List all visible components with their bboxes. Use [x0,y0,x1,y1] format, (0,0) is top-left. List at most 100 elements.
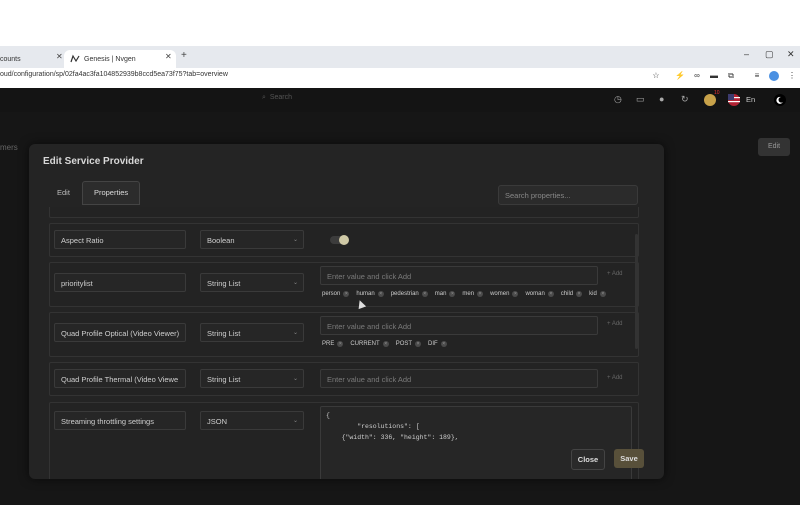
language-label[interactable]: En [746,95,755,104]
extension-monitor-icon[interactable]: ▬ [709,71,719,81]
tab-close-icon[interactable]: ✕ [56,52,63,61]
type-value: String List [207,279,241,288]
user-icon[interactable]: ● [659,94,664,104]
chip-label: kid [589,291,597,297]
properties-scrollbar[interactable] [635,234,638,349]
chip: men × [462,291,484,297]
save-button[interactable]: Save [614,449,644,468]
type-value: String List [207,329,241,338]
chip-list: PRE × CURRENT × POST × DIF × [322,341,447,347]
app-header [0,88,800,112]
extension-bolt-icon[interactable]: ⚡ [675,71,685,81]
monitor-icon[interactable]: ▭ [636,94,645,105]
tab-properties[interactable]: Properties [81,181,141,205]
chip-label: DIF [428,341,438,347]
tab-edit[interactable]: Edit [45,181,82,205]
type-value: JSON [207,417,228,426]
close-window-icon[interactable]: ✕ [787,49,795,60]
new-tab-button[interactable]: + [181,50,187,61]
chip-remove-icon[interactable]: × [449,291,456,297]
chip-label: POST [395,341,413,347]
chip: DIF × [428,341,447,347]
edit-service-provider-modal: Edit Service Provider Edit Properties Se… [29,144,664,479]
property-type-select[interactable]: JSON ⌄ [200,411,304,430]
property-row: Quad Profile Thermal (Video Viewe String… [49,362,639,396]
reading-list-icon[interactable]: ≡ [752,71,762,81]
close-button[interactable]: Close [571,449,605,470]
chip-remove-icon[interactable]: × [382,341,389,347]
us-flag-icon[interactable] [728,94,740,108]
minimize-icon[interactable]: – [744,49,749,59]
add-button[interactable]: + Add [607,321,623,327]
browser-tab-accounts[interactable]: counts [0,50,64,68]
chip-remove-icon[interactable]: × [599,291,606,297]
chip-remove-icon[interactable]: × [421,291,428,297]
type-value: Boolean [207,236,235,245]
nvgen-logo-icon [70,54,80,64]
chip-label: CURRENT [350,341,380,347]
chip-remove-icon[interactable]: × [512,291,519,297]
boolean-toggle[interactable] [330,235,349,245]
header-search[interactable]: ⌕ Search [262,94,292,102]
value-input[interactable]: Enter value and click Add [320,316,598,335]
search-properties-input[interactable]: Search properties... [498,185,638,205]
chip-label: person [322,291,341,297]
maximize-icon[interactable]: ▢ [765,49,774,60]
property-type-select[interactable]: String List ⌄ [200,323,304,342]
chip-remove-icon[interactable]: × [343,291,350,297]
type-value: String List [207,375,241,384]
url-text[interactable]: oud/configuration/sp/02fa4ac3fa104852939… [0,71,228,78]
property-name-field[interactable]: prioritylist [54,273,186,292]
chip-label: man [434,291,447,297]
chevron-down-icon: ⌄ [292,280,298,286]
property-name-field[interactable]: Quad Profile Thermal (Video Viewe [54,369,186,388]
property-row: Quad Profile Optical (Video Viewer) Stri… [49,312,639,357]
chip-remove-icon[interactable]: × [440,341,447,347]
chip-remove-icon[interactable]: × [337,341,344,347]
chip: man × [435,291,456,297]
chip-remove-icon[interactable]: × [547,291,554,297]
add-button[interactable]: + Add [607,375,623,381]
add-button[interactable]: + Add [607,271,623,277]
browser-tab-genesis[interactable]: Genesis | Nvgen [64,50,176,68]
tab-label: counts [0,55,21,63]
profile-avatar-icon[interactable] [769,71,779,81]
bookmark-star-icon[interactable]: ☆ [651,71,661,81]
property-name-field[interactable]: Aspect Ratio [54,230,186,249]
chip-remove-icon[interactable]: × [576,291,583,297]
chip: POST × [395,341,422,347]
value-input[interactable]: Enter value and click Add [320,369,598,388]
theme-moon-icon[interactable] [774,94,786,108]
chip: PRE × [322,341,344,347]
property-row-partial [49,207,639,218]
property-type-select[interactable]: String List ⌄ [200,273,304,292]
chevron-down-icon: ⌄ [292,418,298,424]
chip-remove-icon[interactable]: × [415,341,422,347]
chip-remove-icon[interactable]: × [477,291,484,297]
notifications-avatar[interactable] [704,94,716,108]
property-type-select[interactable]: Boolean ⌄ [200,230,304,249]
json-line: {"width": 336, "height": 189}, [326,434,459,441]
browser-tabstrip: counts ✕ Genesis | Nvgen ✕ [0,46,800,68]
property-row: Aspect Ratio Boolean ⌄ [49,223,639,257]
toggle-knob [339,235,349,245]
clock-icon[interactable]: ◷ [614,94,622,105]
bg-edit-button[interactable]: Edit [758,138,790,156]
property-name-field[interactable]: Streaming throttling settings [54,411,186,430]
chip-remove-icon[interactable]: × [377,291,384,297]
chip-list: person × human × pedestrian × man × men × wom… [322,291,606,297]
browser-menu-icon[interactable]: ⋮ [787,71,797,81]
extension-link-icon[interactable]: ∞ [692,71,702,81]
notification-count-badge: 10 [714,90,720,96]
extensions-puzzle-icon[interactable]: ⧉ [726,71,736,81]
refresh-icon[interactable]: ↻ [681,94,689,105]
property-name-field[interactable]: Quad Profile Optical (Video Viewer) [54,323,186,342]
chip: CURRENT × [350,341,389,347]
value-input[interactable]: Enter value and click Add [320,266,598,285]
chip: woman × [525,291,554,297]
bg-sidebar-text: mers [0,143,18,152]
os-top-area [0,0,800,46]
tab-close-icon[interactable]: ✕ [165,52,172,61]
chip: human × [356,291,384,297]
property-type-select[interactable]: String List ⌄ [200,369,304,388]
